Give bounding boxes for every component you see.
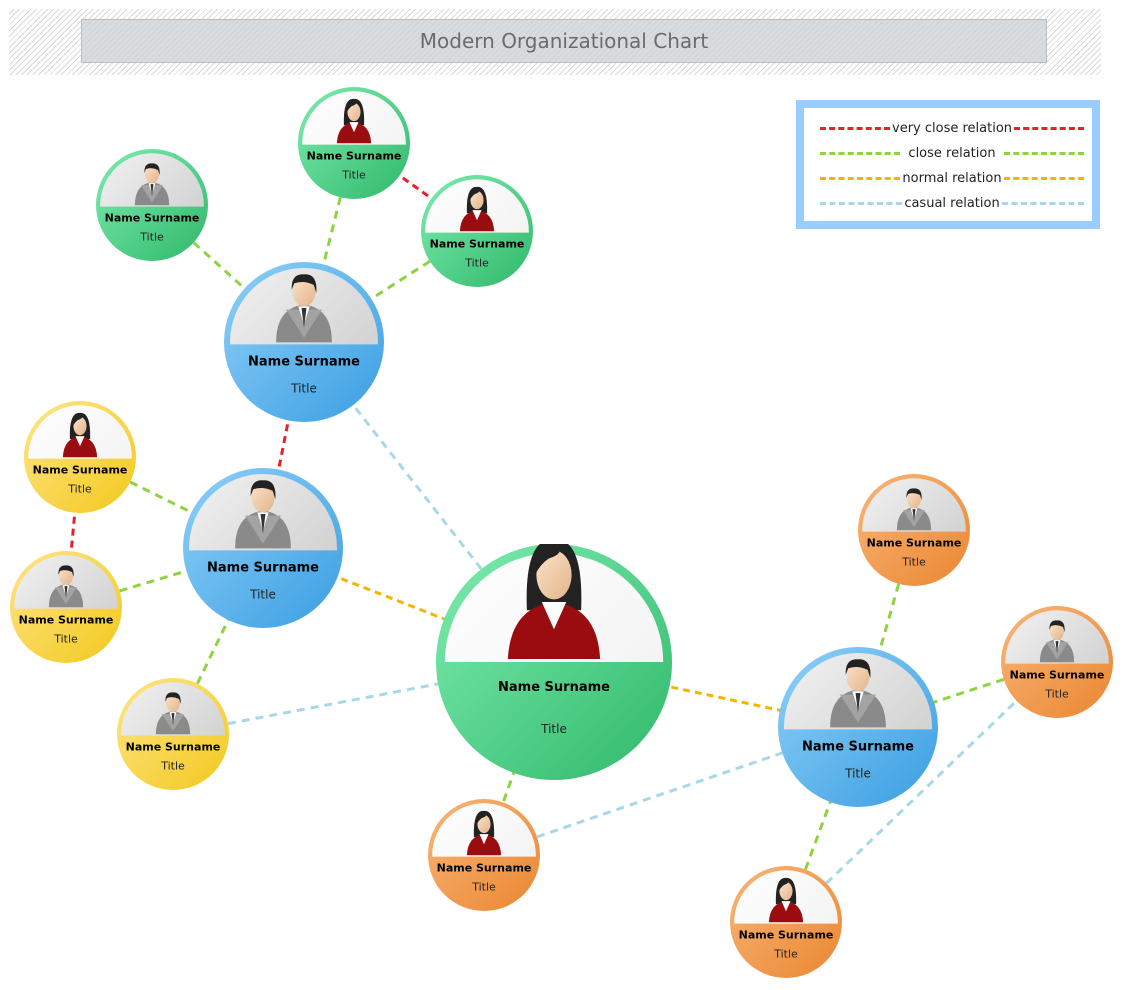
org-node-y2[interactable]: Name Surname Title xyxy=(10,551,122,663)
org-node-o2[interactable]: Name Surname Title xyxy=(1001,606,1113,718)
node-name: Name Surname xyxy=(437,862,532,875)
legend-line xyxy=(820,151,901,155)
legend-line xyxy=(820,201,903,205)
node-title: Title xyxy=(901,556,926,569)
node-name: Name Surname xyxy=(126,741,221,754)
node-name: Name Surname xyxy=(207,560,319,575)
org-node-mgr-top[interactable]: Name Surname Title xyxy=(224,262,384,422)
node-title: Title xyxy=(773,948,798,961)
org-node-g3[interactable]: Name Surname Title xyxy=(421,175,533,287)
node-title: Title xyxy=(844,766,871,780)
node-title: Title xyxy=(290,381,317,395)
node-name: Name Surname xyxy=(1010,669,1105,682)
node-title: Title xyxy=(341,169,366,182)
legend-item-normal: normal relation xyxy=(820,170,1085,186)
org-node-g2[interactable]: Name Surname Title xyxy=(298,87,410,199)
node-title: Title xyxy=(160,760,185,773)
node-name: Name Surname xyxy=(739,929,834,942)
org-node-o4[interactable]: Name Surname Title xyxy=(730,866,842,978)
node-name: Name Surname xyxy=(498,680,610,695)
legend-label: close relation xyxy=(908,145,996,161)
org-node-g1[interactable]: Name Surname Title xyxy=(96,149,208,261)
node-name: Name Surname xyxy=(430,238,525,251)
node-name: Name Surname xyxy=(867,537,962,550)
node-title: Title xyxy=(67,483,92,496)
org-node-y1[interactable]: Name Surname Title xyxy=(24,401,136,513)
legend-item-very-close: very close relation xyxy=(820,120,1085,136)
legend-line xyxy=(820,176,901,180)
node-title: Title xyxy=(1044,688,1069,701)
legend: very close relation close relation norma… xyxy=(796,100,1100,229)
node-title: Title xyxy=(464,257,489,270)
org-node-mgr-right[interactable]: Name Surname Title xyxy=(778,647,938,807)
node-name: Name Surname xyxy=(248,354,360,369)
node-name: Name Surname xyxy=(33,464,128,477)
node-title: Title xyxy=(53,633,78,646)
org-node-mgr-left[interactable]: Name Surname Title xyxy=(183,468,343,628)
org-node-ceo[interactable]: Name Surname Title xyxy=(436,540,672,780)
node-name: Name Surname xyxy=(105,212,200,225)
legend-line xyxy=(820,126,890,130)
node-title: Title xyxy=(249,587,276,601)
node-name: Name Surname xyxy=(307,150,402,163)
legend-line xyxy=(1014,126,1085,130)
legend-line xyxy=(1001,201,1084,205)
node-name: Name Surname xyxy=(802,739,914,754)
node-title: Title xyxy=(540,722,567,736)
node-title: Title xyxy=(139,231,164,244)
legend-label: casual relation xyxy=(904,195,1000,211)
node-title: Title xyxy=(471,881,496,894)
org-node-o1[interactable]: Name Surname Title xyxy=(858,474,970,586)
legend-line xyxy=(1003,176,1085,180)
legend-item-casual: casual relation xyxy=(820,195,1084,211)
node-name: Name Surname xyxy=(19,614,114,627)
legend-item-close: close relation xyxy=(820,145,1084,161)
org-node-y3[interactable]: Name Surname Title xyxy=(117,678,229,790)
org-node-o3[interactable]: Name Surname Title xyxy=(428,799,540,911)
legend-line xyxy=(1003,151,1084,155)
legend-label: normal relation xyxy=(902,170,1002,186)
legend-label: very close relation xyxy=(892,120,1013,136)
